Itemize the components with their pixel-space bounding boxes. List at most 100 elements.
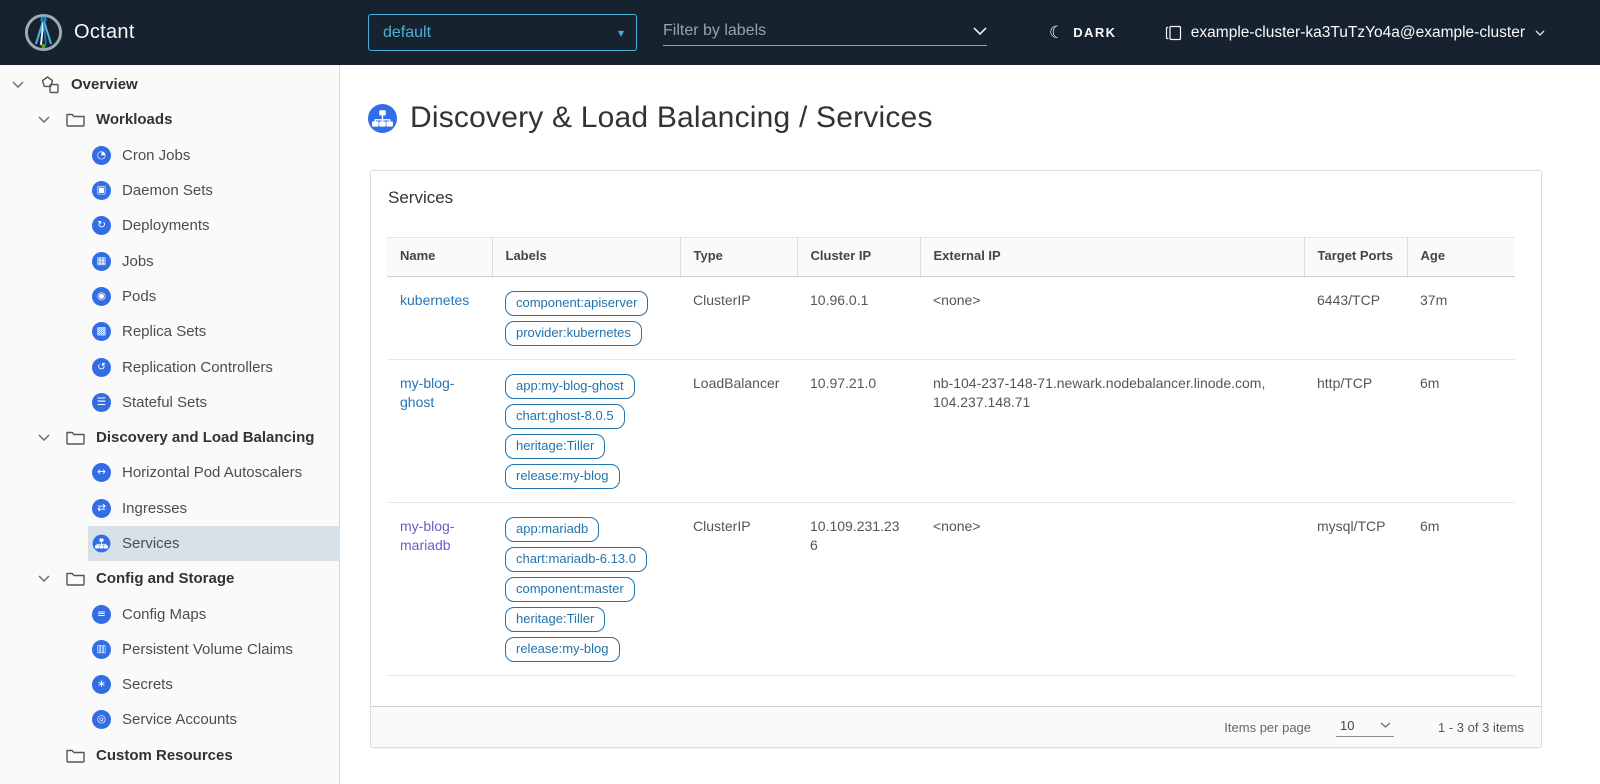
sidebar-item-daemon-sets[interactable]: ▣ Daemon Sets: [0, 173, 339, 208]
table-row: kubernetes component:apiserver provider:ku…: [387, 277, 1515, 360]
sidebar-item-cron-jobs[interactable]: ◔ Cron Jobs: [0, 138, 339, 173]
replication-controllers-icon: ↺: [92, 358, 111, 377]
cell-target-ports: 6443/TCP: [1304, 277, 1407, 360]
cell-external-ip: <none>: [920, 503, 1304, 676]
sidebar-item-workloads[interactable]: Workloads: [0, 102, 339, 137]
config-maps-icon: ≡: [92, 605, 111, 624]
app-title: Octant: [74, 0, 135, 65]
cell-labels: app:mariadb chart:mariadb-6.13.0 component…: [492, 503, 680, 676]
sidebar-item-discovery-and-load-balancing[interactable]: Discovery and Load Balancing: [0, 420, 339, 455]
label-badge[interactable]: component:apiserver: [505, 291, 648, 316]
column-header-labels: Labels: [492, 238, 680, 277]
sidebar-item-custom-resources[interactable]: Custom Resources: [0, 738, 339, 773]
label-badge[interactable]: app:mariadb: [505, 517, 599, 542]
label-filter-input[interactable]: [663, 22, 965, 40]
chevron-down-icon[interactable]: [36, 116, 52, 123]
chevron-down-icon[interactable]: [36, 575, 52, 582]
sidebar-item-ingresses[interactable]: ⇄ Ingresses: [0, 491, 339, 526]
label-badge[interactable]: release:my-blog: [505, 637, 620, 662]
sidebar-item-label: Replica Sets: [122, 323, 206, 340]
label-badge[interactable]: release:my-blog: [505, 464, 620, 489]
octant-logo-icon: [24, 13, 63, 52]
daemon-sets-icon: ▣: [92, 181, 111, 200]
column-header-name: Name: [387, 238, 492, 277]
persistent-volume-claims-icon: ▥: [92, 640, 111, 659]
sidebar-item-deployments[interactable]: ↻ Deployments: [0, 208, 339, 243]
folder-icon: [66, 430, 85, 445]
label-badge[interactable]: component:master: [505, 577, 635, 602]
sidebar-item-config-maps[interactable]: ≡ Config Maps: [0, 596, 339, 631]
cell-age: 6m: [1407, 360, 1515, 503]
items-per-page-label: Items per page: [1224, 720, 1311, 735]
items-per-page-select[interactable]: 10: [1336, 718, 1394, 737]
label-badge[interactable]: provider:kubernetes: [505, 321, 642, 346]
label-badge[interactable]: heritage:Tiller: [505, 434, 605, 459]
service-link[interactable]: my-blog-mariadb: [400, 518, 454, 553]
chevron-down-icon[interactable]: [10, 81, 26, 88]
sidebar-item-label: Pods: [122, 288, 156, 305]
cluster-context-label: example-cluster-ka3TuTzYo4a@example-clus…: [1191, 24, 1525, 42]
sidebar-item-label: Config Maps: [122, 606, 206, 623]
sidebar-item-service-accounts[interactable]: ◎ Service Accounts: [0, 702, 339, 737]
cell-name: my-blog-mariadb: [387, 503, 492, 676]
cell-target-ports: http/TCP: [1304, 360, 1407, 503]
service-link[interactable]: kubernetes: [400, 292, 469, 308]
label-badge[interactable]: chart:mariadb-6.13.0: [505, 547, 647, 572]
sidebar-item-persistent-volume-claims[interactable]: ▥ Persistent Volume Claims: [0, 632, 339, 667]
pods-icon: ◉: [92, 287, 111, 306]
column-header-cluster-ip: Cluster IP: [797, 238, 920, 277]
sidebar-item-services[interactable]: Services: [88, 526, 339, 561]
service-accounts-icon: ◎: [92, 710, 111, 729]
sidebar-item-horizontal-pod-autoscalers[interactable]: ↔ Horizontal Pod Autoscalers: [0, 455, 339, 490]
service-link[interactable]: my-blog-ghost: [400, 375, 454, 410]
cell-age: 6m: [1407, 503, 1515, 676]
moon-icon: ☾: [1049, 23, 1064, 43]
cell-labels: component:apiserver provider:kubernetes: [492, 277, 680, 360]
sidebar-item-secrets[interactable]: ∗ Secrets: [0, 667, 339, 702]
namespace-selector[interactable]: default ▾: [368, 14, 637, 51]
sidebar-item-label: Service Accounts: [122, 711, 237, 728]
theme-toggle-button[interactable]: ☾ DARK: [1049, 0, 1116, 65]
sidebar-item-config-and-storage[interactable]: Config and Storage: [0, 561, 339, 596]
sidebar-item-replication-controllers[interactable]: ↺ Replication Controllers: [0, 349, 339, 384]
sidebar-item-label: Persistent Volume Claims: [122, 641, 293, 658]
label-badge[interactable]: heritage:Tiller: [505, 607, 605, 632]
pagination-range: 1 - 3 of 3 items: [1438, 720, 1524, 735]
cluster-context-selector[interactable]: example-cluster-ka3TuTzYo4a@example-clus…: [1165, 0, 1545, 65]
sidebar-item-replica-sets[interactable]: ▩ Replica Sets: [0, 314, 339, 349]
cell-cluster-ip: 10.96.0.1: [797, 277, 920, 360]
sidebar-item-label: Services: [122, 535, 180, 552]
secrets-icon: ∗: [92, 675, 111, 694]
sidebar-item-jobs[interactable]: ▦ Jobs: [0, 243, 339, 278]
sidebar-nav: Overview Workloads ◔ Cron Jobs ▣ Daemon …: [0, 65, 340, 784]
cell-labels: app:my-blog-ghost chart:ghost-8.0.5 herita…: [492, 360, 680, 503]
cron-jobs-icon: ◔: [92, 146, 111, 165]
cell-external-ip: <none>: [920, 277, 1304, 360]
sidebar-item-label: Overview: [71, 76, 138, 93]
services-icon: [92, 534, 111, 553]
horizontal-pod-autoscalers-icon: ↔: [92, 463, 111, 482]
chevron-down-icon[interactable]: [36, 434, 52, 441]
column-header-external-ip: External IP: [920, 238, 1304, 277]
cell-name: my-blog-ghost: [387, 360, 492, 503]
chevron-down-icon[interactable]: [973, 27, 987, 35]
stateful-sets-icon: ☰: [92, 393, 111, 412]
sidebar-item-label: Replication Controllers: [122, 359, 273, 376]
sidebar-item-pods[interactable]: ◉ Pods: [0, 279, 339, 314]
folder-icon: [66, 571, 85, 586]
label-badge[interactable]: app:my-blog-ghost: [505, 374, 635, 399]
sidebar-item-label: Secrets: [122, 676, 173, 693]
label-badge[interactable]: chart:ghost-8.0.5: [505, 404, 625, 429]
sidebar-item-label: Discovery and Load Balancing: [96, 429, 314, 446]
sidebar-item-stateful-sets[interactable]: ☰ Stateful Sets: [0, 385, 339, 420]
label-filter: [663, 16, 987, 46]
sidebar-item-overview[interactable]: Overview: [0, 67, 339, 102]
cell-name: kubernetes: [387, 277, 492, 360]
sidebar-item-label: Custom Resources: [96, 747, 233, 764]
ingresses-icon: ⇄: [92, 499, 111, 518]
table-body: kubernetes component:apiserver provider:ku…: [387, 277, 1515, 676]
folder-icon: [66, 112, 85, 127]
app-header: Octant default ▾ ☾ DARK example-cluster-…: [0, 0, 1600, 65]
cell-type: ClusterIP: [680, 277, 797, 360]
sidebar-item-label: Workloads: [96, 111, 172, 128]
